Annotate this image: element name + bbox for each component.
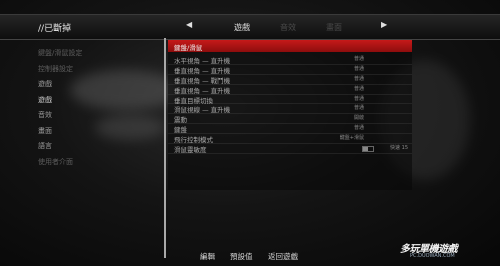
slider-fill [363,147,368,152]
top-bar: //已斷掉 ◀ 遊戲 音效 畫面 ▶ [0,14,500,40]
tab-strip: 遊戲 音效 畫面 [190,22,370,34]
setting-value: 普通 [353,75,364,82]
settings-panel: 鍵盤/滑鼠 水平視角 — 直升機 普通 垂直視角 — 直升機 普通 垂直視角 — 戰… [168,40,412,190]
setting-value: 普通 [353,125,364,132]
setting-label: 垂直視角 — 直升機 [174,66,231,75]
defaults-button[interactable]: 預設值 [230,251,253,262]
setting-label: 垂直視角 — 直升機 [174,86,231,95]
setting-row[interactable]: 水平視角 — 直升機 普通 [168,55,412,65]
setting-row[interactable]: 鍵盤 普通 [168,124,412,134]
return-to-game-button[interactable]: 返回遊戲 [268,251,298,262]
setting-row[interactable]: 垂直視角 — 直升機 普通 [168,65,412,75]
tab-game[interactable]: 遊戲 [234,22,250,33]
sidebar-item[interactable]: 音效 [38,110,148,126]
divider [164,38,166,258]
setting-label: 滑鼠視線 — 直升機 [174,106,231,115]
sidebar-item[interactable]: 遊戲 [38,79,148,95]
setting-value: 普通 [353,56,364,62]
setting-label: 滑鼠靈敏度 [174,146,207,155]
setting-value: 普通 [353,65,364,72]
setting-label: 垂直視角 — 戰鬥機 [174,76,231,85]
setting-value: 普通 [353,95,364,102]
sidebar: 鍵盤/滑鼠設定 控制器設定 遊戲 遊戲 音效 畫面 語言 使用者介面 [38,48,148,172]
logo-url: PC.DUOWAN.COM [410,253,455,259]
sidebar-item[interactable]: 語言 [38,141,148,157]
setting-row[interactable]: 飛行控制模式 鍵盤+滑鼠 [168,134,412,144]
setting-row[interactable]: 滑鼠視線 — 直升機 普通 [168,104,412,114]
panel-header-row[interactable]: 鍵盤/滑鼠 [168,40,412,52]
tab-next-arrow-icon[interactable]: ▶ [381,20,387,29]
setting-value: 普通 [353,105,364,112]
sensitivity-slider[interactable] [362,146,374,153]
setting-value: 開啟 [353,115,364,122]
setting-label: 鍵盤 [174,126,187,135]
footer-actions: 編輯 預設值 返回遊戲 [200,251,380,263]
setting-value: 普通 [353,85,364,92]
sidebar-item[interactable]: 遊戲 [38,95,148,111]
panel-header-label: 鍵盤/滑鼠 [174,44,203,52]
setting-row[interactable]: 滑鼠靈敏度 快速 15 [168,144,412,154]
menu-title: //已斷掉 [38,24,72,34]
sidebar-item[interactable]: 畫面 [38,126,148,142]
setting-label: 垂直目標切換 [174,96,213,105]
sidebar-item[interactable]: 使用者介面 [38,157,148,173]
edit-button[interactable]: 編輯 [200,251,215,262]
sidebar-item[interactable]: 控制器設定 [38,64,148,80]
site-watermark-logo: 多玩單機遊戲 PC.DUOWAN.COM [398,240,498,264]
setting-row[interactable]: 震動 開啟 [168,114,412,124]
setting-label: 震動 [174,116,187,125]
setting-value: 鍵盤+滑鼠 [339,135,364,142]
setting-label: 水平視角 — 直升機 [174,57,231,65]
tab-audio[interactable]: 音效 [280,22,296,33]
setting-label: 飛行控制模式 [174,136,213,145]
setting-row[interactable]: 垂直視角 — 直升機 普通 [168,85,412,95]
setting-value: 快速 15 [390,145,408,152]
sidebar-item[interactable]: 鍵盤/滑鼠設定 [38,48,148,64]
setting-row[interactable]: 垂直目標切換 普通 [168,95,412,105]
setting-row[interactable]: 垂直視角 — 戰鬥機 普通 [168,75,412,85]
tab-display[interactable]: 畫面 [326,22,342,33]
